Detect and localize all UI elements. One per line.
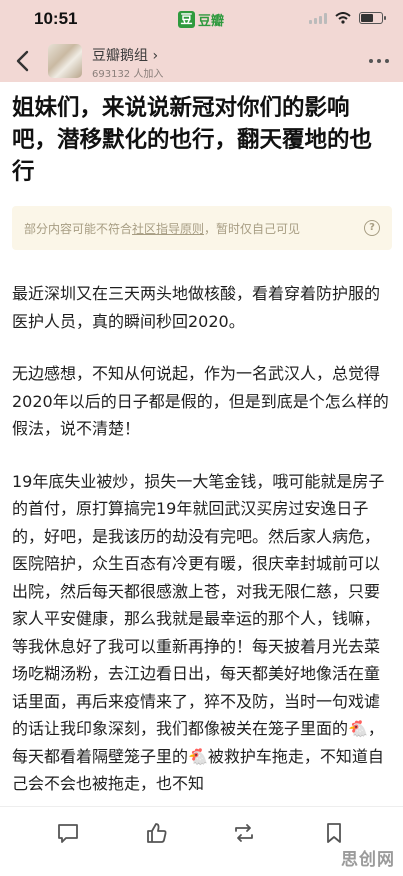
status-time: 10:51 [34,9,78,28]
douban-logo-icon: 豆 [178,10,195,28]
repost-icon[interactable] [232,821,256,845]
post-title: 姐妹们，来说说新冠对你们的影响吧，潜移默化的也行，翻天覆地的也行 [12,95,373,185]
notice-prefix: 部分内容可能不符合 [24,221,133,236]
watermark: 思创网 [341,850,395,870]
nav-bar: 豆瓣鹅组 › 693132 人加入 [0,40,403,82]
more-options-icon[interactable] [369,59,389,63]
status-bar: 10:51 豆 豆瓣 [0,0,403,40]
paragraph: 最近深圳又在三天两头地做核酸，看着穿着防护服的医护人员，真的瞬间秒回2020。 [12,284,381,331]
like-icon[interactable] [145,821,169,845]
battery-icon [359,12,386,24]
top-bar: 10:51 豆 豆瓣 豆瓣鹅组 › 693132 人加入 [0,0,403,82]
comment-icon[interactable] [56,821,80,845]
collect-icon[interactable] [322,821,346,845]
app-brand: 豆 豆瓣 [178,9,224,29]
back-arrow-icon[interactable] [12,48,34,74]
notice-suffix: ，暂时仅自己可见 [204,221,301,236]
help-icon[interactable]: ? [364,220,380,236]
wifi-icon [335,12,351,24]
bottom-action-bar: 思创网 [0,806,403,876]
paragraph: 无边感想，不知从何说起，作为一名武汉人，总觉得2020年以后的日子都是假的，但是… [12,364,389,438]
signal-icon [309,12,327,24]
group-avatar[interactable] [48,44,82,78]
notice-text: 部分内容可能不符合社区指导原则，暂时仅自己可见 [24,220,364,237]
group-member-count: 693132 人加入 [92,69,164,80]
content-notice: 部分内容可能不符合社区指导原则，暂时仅自己可见 ? [12,206,392,250]
status-icons [309,12,386,24]
app-label: 豆瓣 [198,13,225,29]
community-guidelines-link[interactable]: 社区指导原则 [132,222,204,236]
paragraph: 19年底失业被炒，损失一大笔金钱，哦可能就是房子的首付，原打算搞完19年就回武汉… [12,471,385,794]
group-name[interactable]: 豆瓣鹅组 › [92,45,158,65]
post-body: 最近深圳又在三天两头地做核酸，看着穿着防护服的医护人员，真的瞬间秒回2020。 … [12,280,393,810]
